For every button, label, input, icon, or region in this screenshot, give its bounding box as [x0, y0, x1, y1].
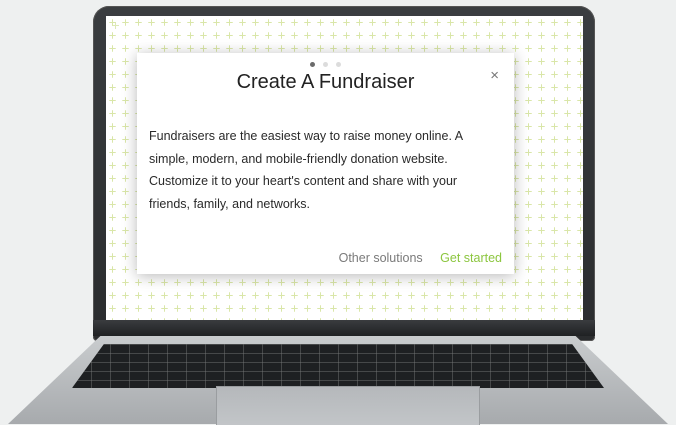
other-solutions-button[interactable]: Other solutions: [339, 251, 423, 265]
laptop-trackpad: [216, 386, 480, 425]
modal-actions: Other solutions Get started: [325, 251, 502, 265]
fundraiser-modal: Create A Fundraiser × Fundraisers are th…: [137, 53, 514, 274]
laptop-keyboard: [72, 344, 604, 388]
laptop-hinge: [93, 320, 595, 336]
carousel-dot-2[interactable]: [323, 62, 328, 67]
carousel-dot-3[interactable]: [336, 62, 341, 67]
get-started-button[interactable]: Get started: [440, 251, 502, 265]
close-icon[interactable]: ×: [490, 68, 499, 83]
laptop-screen: Create A Fundraiser × Fundraisers are th…: [106, 16, 583, 321]
carousel-dot-1[interactable]: [310, 62, 315, 67]
modal-title: Create A Fundraiser: [236, 71, 415, 93]
modal-description: Fundraisers are the easiest way to raise…: [149, 129, 463, 211]
carousel-dots: [137, 62, 514, 67]
